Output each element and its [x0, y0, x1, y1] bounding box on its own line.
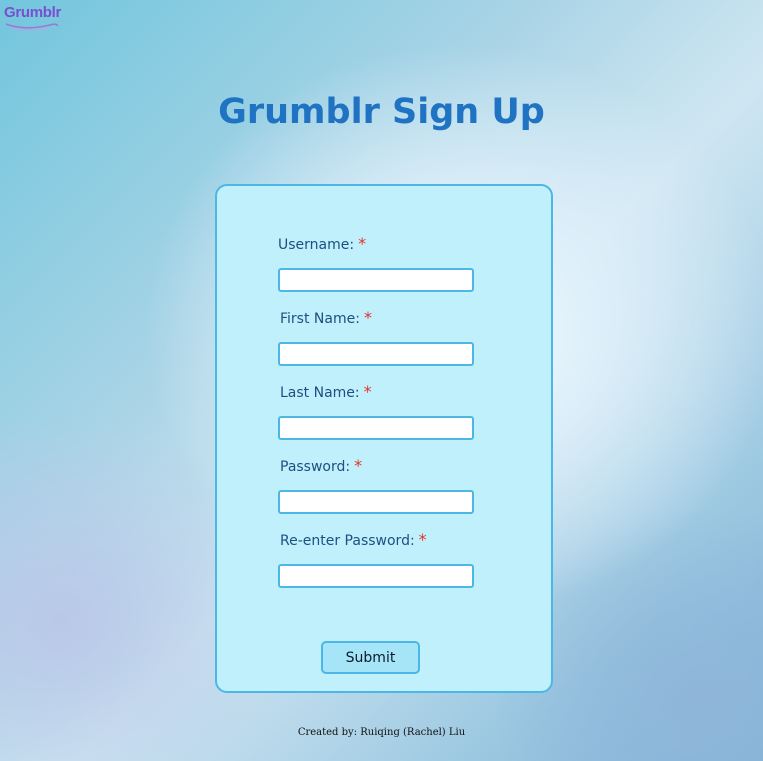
password-input[interactable] [278, 490, 474, 514]
first-name-label: First Name: * [280, 308, 372, 327]
grumblr-logo[interactable]: Grumblr [4, 4, 61, 32]
password-label-text: Password: [280, 459, 351, 475]
page-title: Grumblr Sign Up [218, 92, 545, 132]
required-asterisk: * [418, 530, 427, 549]
reenter-password-input[interactable] [278, 564, 474, 588]
footer-credit: Created by: Ruiqing (Rachel) Liu [297, 727, 466, 738]
username-label-text: Username: [278, 237, 355, 253]
username-label: Username: * [278, 234, 366, 253]
reenter-password-label-text: Re-enter Password: [280, 533, 415, 549]
reenter-password-label: Re-enter Password: * [280, 530, 427, 549]
required-asterisk: * [354, 456, 363, 475]
required-asterisk: * [358, 234, 367, 253]
required-asterisk: * [363, 308, 372, 327]
first-name-label-text: First Name: [280, 311, 360, 327]
last-name-label-text: Last Name: [280, 385, 360, 401]
logo-swoosh-icon [5, 23, 59, 31]
required-asterisk: * [363, 382, 372, 401]
password-label: Password: * [280, 456, 362, 475]
signup-form: Username: * First Name: * Last Name: * Pass… [215, 184, 553, 693]
submit-button[interactable]: Submit [321, 641, 420, 674]
first-name-input[interactable] [278, 342, 474, 366]
last-name-label: Last Name: * [280, 382, 372, 401]
username-input[interactable] [278, 268, 474, 292]
last-name-input[interactable] [278, 416, 474, 440]
